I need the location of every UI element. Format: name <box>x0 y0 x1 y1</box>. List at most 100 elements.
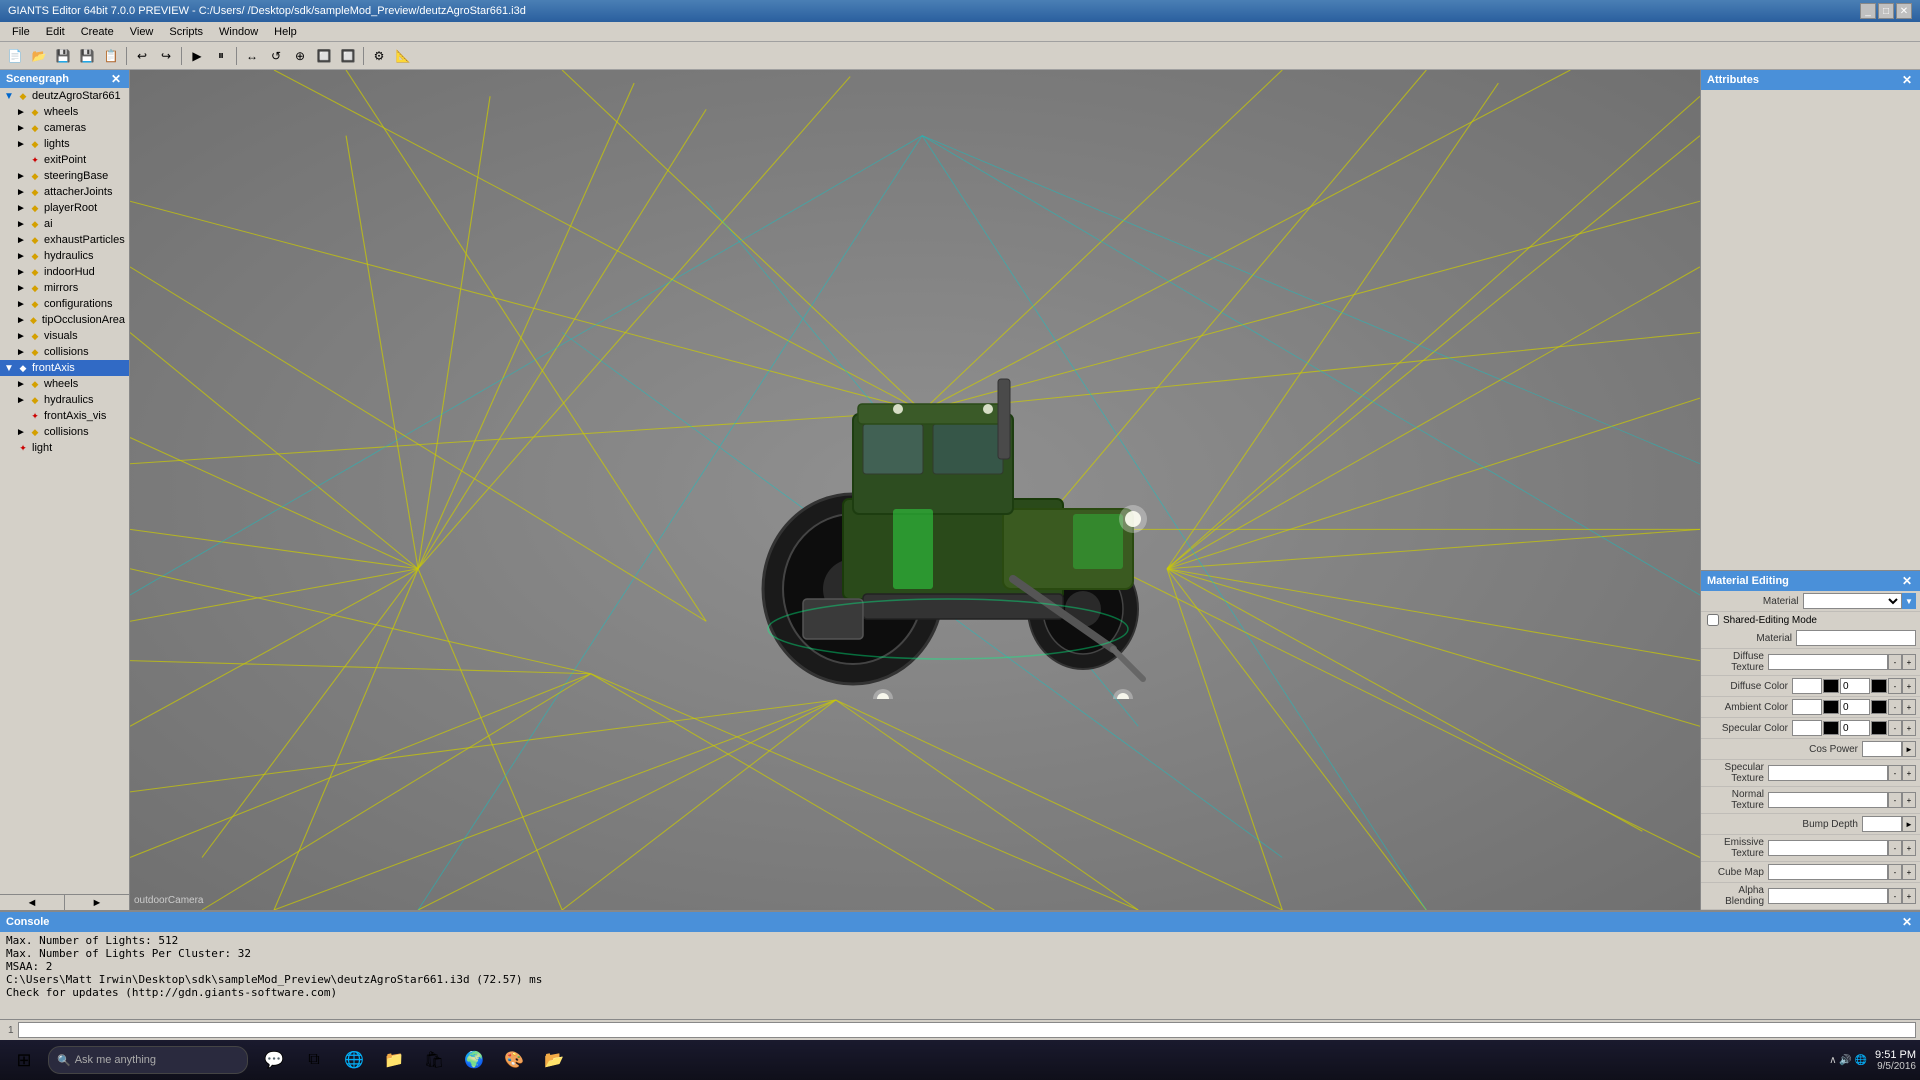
specular-color-g[interactable] <box>1840 720 1870 736</box>
taskbar-edge[interactable]: 🌐 <box>336 1042 372 1078</box>
scenegraph-close[interactable]: ✕ <box>109 72 123 86</box>
taskbar-app7[interactable]: 📂 <box>536 1042 572 1078</box>
sg-expand-mirrors[interactable]: ► <box>16 283 28 294</box>
toolbar-scale[interactable]: ⊕ <box>289 45 311 67</box>
sg-item-steeringBase[interactable]: ► ◆ steeringBase <box>0 168 129 184</box>
sg-item-cameras[interactable]: ► ◆ cameras <box>0 120 129 136</box>
sg-item-exhaustParticles[interactable]: ► ◆ exhaustParticles <box>0 232 129 248</box>
viewport[interactable]: outdoorCamera <box>130 70 1700 910</box>
emissive-texture-remove[interactable]: - <box>1888 840 1902 856</box>
menu-edit[interactable]: Edit <box>38 24 73 40</box>
diffuse-color-swatch[interactable] <box>1823 679 1839 693</box>
console-close[interactable]: ✕ <box>1900 915 1914 929</box>
sg-item-visuals[interactable]: ► ◆ visuals <box>0 328 129 344</box>
sg-item-attacherJoints[interactable]: ► ◆ attacherJoints <box>0 184 129 200</box>
bump-depth-arrow[interactable]: ► <box>1902 816 1916 832</box>
specular-color-remove[interactable]: - <box>1888 720 1902 736</box>
bump-depth-input[interactable]: 0 <box>1862 816 1902 832</box>
cube-map-remove[interactable]: - <box>1888 864 1902 880</box>
taskbar-cortana[interactable]: 💬 <box>256 1042 292 1078</box>
sg-expand-attacherJoints[interactable]: ► <box>16 187 28 198</box>
taskbar-explorer[interactable]: 📁 <box>376 1042 412 1078</box>
sg-item-wheels[interactable]: ► ◆ wheels <box>0 104 129 120</box>
menu-help[interactable]: Help <box>266 24 305 40</box>
diffuse-color-swatch2[interactable] <box>1871 679 1887 693</box>
sg-expand-steeringBase[interactable]: ► <box>16 171 28 182</box>
material-name-input[interactable] <box>1796 630 1916 646</box>
alpha-blending-input[interactable] <box>1768 888 1888 904</box>
diffuse-color-add[interactable]: + <box>1902 678 1916 694</box>
alpha-blending-remove[interactable]: - <box>1888 888 1902 904</box>
toolbar-btn5[interactable]: 📋 <box>100 45 122 67</box>
ambient-color-g[interactable] <box>1840 699 1870 715</box>
sg-expand-visuals[interactable]: ► <box>16 331 28 342</box>
sg-expand-frontAxis[interactable]: ▼ <box>4 363 16 374</box>
sg-expand-configurations[interactable]: ► <box>16 299 28 310</box>
cube-map-add[interactable]: + <box>1902 864 1916 880</box>
toolbar-rotate[interactable]: ↺ <box>265 45 287 67</box>
sg-item-exitPoint[interactable]: ✦ exitPoint <box>0 152 129 168</box>
menu-file[interactable]: File <box>4 24 38 40</box>
search-box[interactable]: 🔍 Ask me anything <box>48 1046 248 1074</box>
sg-item-lights[interactable]: ► ◆ lights <box>0 136 129 152</box>
menu-scripts[interactable]: Scripts <box>161 24 211 40</box>
toolbar-snap[interactable]: 🔲 <box>313 45 335 67</box>
ambient-color-r[interactable]: 0 <box>1792 699 1822 715</box>
toolbar-settings[interactable]: ⚙ <box>368 45 390 67</box>
sg-item-collisions2[interactable]: ► ◆ collisions <box>0 424 129 440</box>
toolbar-play[interactable]: ▶ <box>186 45 208 67</box>
toolbar-save-as[interactable]: 💾 <box>76 45 98 67</box>
cube-map-input[interactable] <box>1768 864 1888 880</box>
attributes-close[interactable]: ✕ <box>1900 73 1914 87</box>
specular-color-add[interactable]: + <box>1902 720 1916 736</box>
sg-expand-playerRoot[interactable]: ► <box>16 203 28 214</box>
sg-expand-hydraulics[interactable]: ► <box>16 251 28 262</box>
normal-texture-add[interactable]: + <box>1902 792 1916 808</box>
specular-color-swatch[interactable] <box>1823 721 1839 735</box>
specular-texture-add[interactable]: + <box>1902 765 1916 781</box>
sg-expand-collisions[interactable]: ► <box>16 347 28 358</box>
toolbar-save[interactable]: 💾 <box>52 45 74 67</box>
sg-item-frontAxis_vis[interactable]: ✦ frontAxis_vis <box>0 408 129 424</box>
normal-texture-remove[interactable]: - <box>1888 792 1902 808</box>
specular-color-swatch2[interactable] <box>1871 721 1887 735</box>
sg-item-playerRoot[interactable]: ► ◆ playerRoot <box>0 200 129 216</box>
sg-expand-tipOcclusionArea[interactable]: ► <box>16 315 27 326</box>
sg-expand-ai[interactable]: ► <box>16 219 28 230</box>
menu-create[interactable]: Create <box>73 24 122 40</box>
taskbar-store[interactable]: 🛍 <box>416 1042 452 1078</box>
toolbar-pause[interactable]: ⏸ <box>210 45 232 67</box>
taskbar-task-view[interactable]: ⧉ <box>296 1042 332 1078</box>
sg-expand-root[interactable]: ▼ <box>4 91 16 102</box>
specular-color-r[interactable]: 0 <box>1792 720 1822 736</box>
toolbar-snap2[interactable]: 🔲 <box>337 45 359 67</box>
sg-item-hydraulics[interactable]: ► ◆ hydraulics <box>0 248 129 264</box>
close-button[interactable]: ✕ <box>1896 3 1912 19</box>
sg-scroll-left[interactable]: ◄ <box>0 895 65 910</box>
sg-expand-indoorHud[interactable]: ► <box>16 267 28 278</box>
sg-item-frontAxis[interactable]: ▼ ◆ frontAxis <box>0 360 129 376</box>
sg-item-wheels2[interactable]: ► ◆ wheels <box>0 376 129 392</box>
sg-expand-lights[interactable]: ► <box>16 139 28 150</box>
sg-expand-exhaustParticles[interactable]: ► <box>16 235 28 246</box>
diffuse-color-g[interactable] <box>1840 678 1870 694</box>
toolbar-undo[interactable]: ↩ <box>131 45 153 67</box>
shared-editing-checkbox[interactable] <box>1707 614 1719 626</box>
taskbar-blender[interactable]: 🎨 <box>496 1042 532 1078</box>
specular-texture-input[interactable] <box>1768 765 1888 781</box>
cos-power-input[interactable]: 20 <box>1862 741 1902 757</box>
toolbar-open[interactable]: 📂 <box>28 45 50 67</box>
material-dropdown[interactable] <box>1803 593 1903 609</box>
toolbar-new[interactable]: 📄 <box>4 45 26 67</box>
toolbar-redo[interactable]: ↪ <box>155 45 177 67</box>
sg-item-indoorHud[interactable]: ► ◆ indoorHud <box>0 264 129 280</box>
menu-window[interactable]: Window <box>211 24 266 40</box>
maximize-button[interactable]: □ <box>1878 3 1894 19</box>
toolbar-render[interactable]: 📐 <box>392 45 414 67</box>
sg-expand-collisions2[interactable]: ► <box>16 427 28 438</box>
material-close[interactable]: ✕ <box>1900 574 1914 588</box>
sg-item-ai[interactable]: ► ◆ ai <box>0 216 129 232</box>
ambient-color-swatch[interactable] <box>1823 700 1839 714</box>
sg-item-light[interactable]: ✦ light <box>0 440 129 456</box>
start-button[interactable]: ⊞ <box>4 1042 44 1078</box>
